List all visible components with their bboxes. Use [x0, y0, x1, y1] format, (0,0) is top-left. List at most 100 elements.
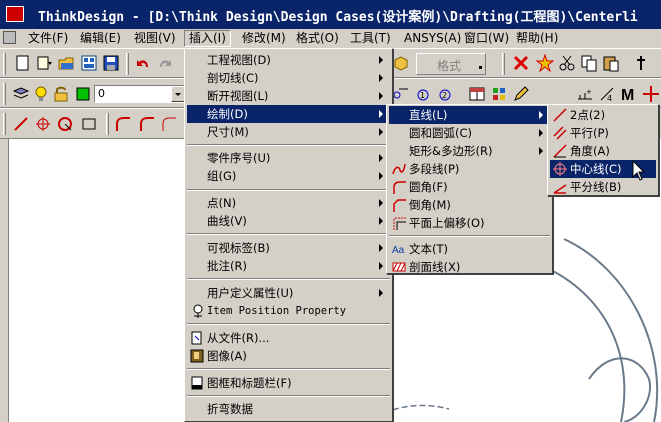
menu-insert[interactable]: 插入(I): [184, 30, 231, 47]
submenu-arrow-icon: [539, 129, 543, 137]
menu-item-fillet[interactable]: 圆角(F): [389, 178, 550, 196]
menu-item-visual-label[interactable]: 可视标签(B): [187, 239, 390, 257]
menu-item-rect-polygon[interactable]: 矩形&多边形(R): [389, 142, 550, 160]
fillet-tool-icon[interactable]: [114, 115, 132, 133]
dimension-icon-3[interactable]: 2: [436, 85, 454, 103]
submenu-arrow-icon: [379, 217, 383, 225]
menu-item-two-point[interactable]: 2点(2): [550, 106, 656, 124]
menu-help[interactable]: 帮助(H): [512, 30, 562, 47]
menu-bar: 文件(F) 编辑(E) 视图(V) 插入(I) 修改(M) 格式(O) 工具(T…: [0, 29, 661, 48]
arrow-dim-icon[interactable]: 4: [598, 85, 616, 103]
menu-item-bend-data[interactable]: 折弯数据: [187, 400, 390, 418]
parallel-line-icon: [553, 126, 567, 140]
menu-item-text[interactable]: Aa 文本(T): [389, 240, 550, 258]
menu-item-offset[interactable]: 平面上偏移(O): [389, 214, 550, 232]
dimension-icon-2[interactable]: 1: [414, 85, 432, 103]
app-icon[interactable]: [6, 6, 24, 22]
toolbar-grip-2[interactable]: [3, 83, 6, 105]
submenu-arrow-icon: [379, 262, 383, 270]
grid-icon[interactable]: [490, 85, 508, 103]
menu-window[interactable]: 窗口(W): [460, 30, 513, 47]
menu-item-circle-arc[interactable]: 圆和圆弧(C): [389, 124, 550, 142]
menu-item-section-line[interactable]: 剖切线(C): [187, 69, 390, 87]
browse-icon[interactable]: [80, 54, 98, 72]
toolbar-grip[interactable]: [3, 53, 6, 75]
pin-icon[interactable]: [632, 54, 650, 72]
table-icon[interactable]: [468, 85, 486, 103]
m-icon[interactable]: M: [620, 85, 638, 104]
menu-item-annotation[interactable]: 批注(R): [187, 257, 390, 275]
circle-tool-icon[interactable]: [56, 115, 74, 133]
window-title: ThinkDesign - [D:\Think Design\Design Ca…: [38, 10, 638, 25]
delete-icon[interactable]: [512, 54, 530, 72]
menu-tools[interactable]: 工具(T): [346, 30, 395, 47]
new-dropdown-icon[interactable]: [36, 54, 54, 72]
menu-item-curve[interactable]: 曲线(V): [187, 212, 390, 230]
menu-item-line[interactable]: 直线(L): [389, 106, 550, 124]
menu-item-image[interactable]: 图像(A): [187, 347, 390, 365]
chevron-down-icon[interactable]: [171, 86, 185, 102]
fillet-tool-2-icon[interactable]: [138, 115, 156, 133]
submenu-arrow-icon: [379, 74, 383, 82]
menu-item-hatch[interactable]: 剖面线(X): [389, 258, 550, 276]
menu-item-drawing-view[interactable]: 工程视图(D): [187, 51, 390, 69]
star-icon[interactable]: [535, 53, 555, 73]
center-tool-icon[interactable]: [34, 115, 52, 133]
menu-item-item-position[interactable]: Item Position Property: [187, 302, 390, 320]
menu-file[interactable]: 文件(F): [24, 30, 72, 47]
menu-item-balloon[interactable]: 零件序号(U): [187, 149, 390, 167]
menu-item-polyline[interactable]: 多段线(P): [389, 160, 550, 178]
line-submenu: 2点(2) 平行(P) 角度(A) 中心线(C) 平分线(B): [547, 104, 659, 196]
save-icon[interactable]: [102, 54, 120, 72]
menu-format[interactable]: 格式(O): [292, 30, 343, 47]
document-icon[interactable]: [3, 31, 16, 44]
menu-ansys[interactable]: ANSYS(A): [400, 30, 465, 47]
menu-item-break-view[interactable]: 断开视图(L): [187, 87, 390, 105]
menu-item-angle[interactable]: 角度(A): [550, 142, 656, 160]
submenu-arrow-icon: [379, 128, 383, 136]
layer-color-icon[interactable]: [74, 85, 92, 103]
menu-item-parallel[interactable]: 平行(P): [550, 124, 656, 142]
crosshair-red-icon[interactable]: [642, 85, 660, 103]
menu-separator: [187, 368, 390, 370]
menu-item-group[interactable]: 组(G): [187, 167, 390, 185]
paste-icon[interactable]: [602, 54, 620, 72]
submenu-arrow-icon: [379, 289, 383, 297]
scale-icon[interactable]: +: [576, 85, 594, 103]
box-icon[interactable]: [392, 54, 410, 72]
open-icon[interactable]: [58, 54, 76, 72]
dropdown-dot: [479, 66, 482, 69]
new-icon[interactable]: [14, 54, 32, 72]
pencil-icon[interactable]: [512, 85, 530, 103]
menu-item-point[interactable]: 点(N): [187, 194, 390, 212]
undo-icon[interactable]: [134, 54, 152, 72]
menu-item-draw[interactable]: 绘制(D): [187, 105, 390, 123]
menu-item-chamfer[interactable]: 倒角(M): [389, 196, 550, 214]
menu-modify[interactable]: 修改(M): [238, 30, 290, 47]
menu-item-frame-title[interactable]: 图框和标题栏(F): [187, 374, 390, 392]
svg-text:1: 1: [420, 91, 425, 100]
toolbar-grip-3[interactable]: [3, 113, 6, 135]
menu-view[interactable]: 视图(V): [130, 30, 180, 47]
drawing-toolbar: [0, 108, 186, 139]
svg-text:Aa: Aa: [392, 245, 405, 256]
toolbar-separator: [126, 53, 129, 75]
menu-item-from-file[interactable]: 从文件(R)...: [187, 329, 390, 347]
dimension-icon-1[interactable]: [392, 85, 410, 103]
copy-icon[interactable]: [580, 54, 598, 72]
lightbulb-icon[interactable]: [32, 85, 50, 103]
lock-icon[interactable]: [52, 85, 70, 103]
redo-icon[interactable]: [156, 54, 174, 72]
menu-item-user-attribute[interactable]: 用户定义属性(U): [187, 284, 390, 302]
line-tool-icon[interactable]: [12, 115, 30, 133]
layer-select[interactable]: 0: [94, 85, 186, 103]
left-strip: [0, 139, 8, 422]
menu-separator: [187, 278, 390, 280]
format-button[interactable]: 格式: [416, 53, 486, 75]
rectangle-tool-icon[interactable]: [80, 115, 98, 133]
menu-edit[interactable]: 编辑(E): [76, 30, 125, 47]
fillet-tool-3-icon[interactable]: [160, 115, 178, 133]
scissors-icon[interactable]: [558, 54, 576, 72]
layer-stack-icon[interactable]: [12, 85, 30, 103]
menu-item-dimension[interactable]: 尺寸(M): [187, 123, 390, 141]
